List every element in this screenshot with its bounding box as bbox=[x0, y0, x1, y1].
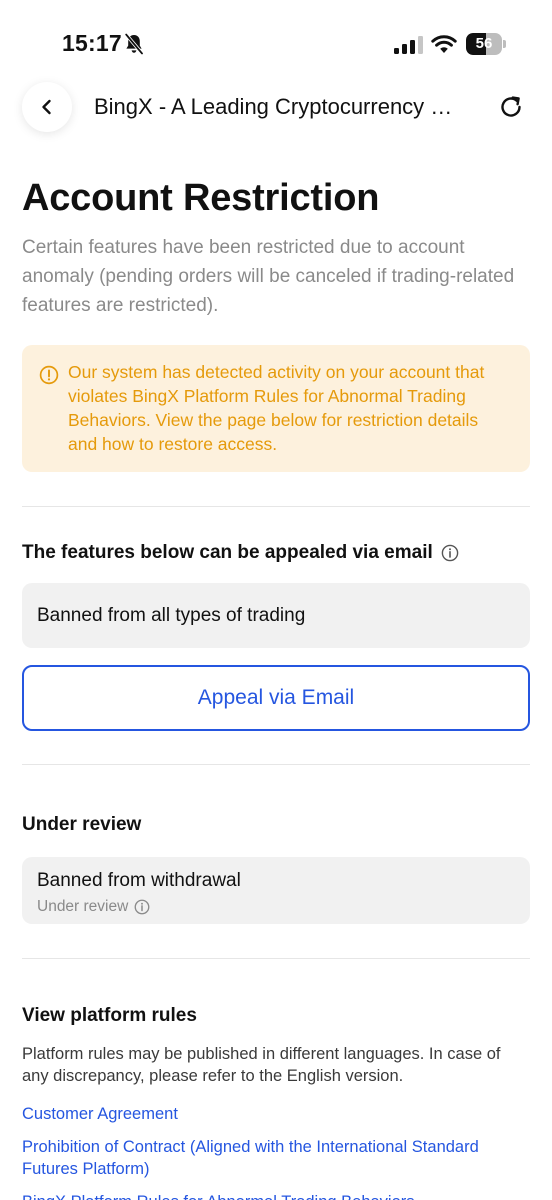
platform-rules-description: Platform rules may be published in diffe… bbox=[22, 1045, 501, 1085]
appealable-title-text: The features below can be appealed via e… bbox=[22, 542, 433, 563]
page-content: Account Restriction Certain features hav… bbox=[22, 172, 530, 1200]
battery-icon: 56 bbox=[466, 33, 506, 55]
restricted-feature-item: Banned from all types of trading bbox=[22, 583, 530, 648]
under-review-status: Under review bbox=[37, 897, 515, 917]
status-time: 15:17 bbox=[62, 30, 122, 56]
refresh-icon bbox=[501, 96, 521, 117]
cellular-signal-icon bbox=[394, 36, 423, 54]
info-icon[interactable] bbox=[441, 544, 459, 562]
section-divider bbox=[22, 506, 530, 507]
section-divider bbox=[22, 958, 530, 959]
alert-circle-icon bbox=[39, 365, 59, 385]
warning-text: Our system has detected activity on your… bbox=[68, 362, 485, 454]
battery-level: 56 bbox=[475, 35, 493, 52]
under-review-title: Under review bbox=[22, 814, 142, 835]
appeal-via-email-button[interactable]: Appeal via Email bbox=[22, 665, 530, 731]
refresh-button[interactable] bbox=[494, 90, 528, 124]
battery-body: 56 bbox=[466, 33, 502, 55]
page-description: Certain features have been restricted du… bbox=[22, 237, 515, 316]
warning-banner: Our system has detected activity on your… bbox=[22, 345, 530, 472]
info-icon[interactable] bbox=[134, 899, 150, 915]
under-review-status-text: Under review bbox=[37, 898, 129, 915]
prohibition-of-contract-link[interactable]: Prohibition of Contract (Aligned with th… bbox=[22, 1136, 530, 1180]
nav-bar: BingX - A Leading Cryptocurrency Exchang… bbox=[0, 80, 552, 136]
customer-agreement-link[interactable]: Customer Agreement bbox=[22, 1103, 530, 1125]
under-review-item: Banned from withdrawal Under review bbox=[22, 857, 530, 924]
restricted-feature-label: Banned from all types of trading bbox=[37, 604, 306, 626]
chevron-left-icon bbox=[42, 99, 51, 115]
abnormal-trading-rules-link[interactable]: BingX Platform Rules for Abnormal Tradin… bbox=[22, 1191, 530, 1200]
appealable-section-title: The features below can be appealed via e… bbox=[22, 540, 530, 566]
bell-slash-icon bbox=[124, 33, 144, 55]
platform-rules-title: View platform rules bbox=[22, 1005, 197, 1026]
battery-cap bbox=[503, 40, 506, 48]
section-divider bbox=[22, 764, 530, 765]
wifi-icon bbox=[431, 35, 457, 53]
under-review-item-title: Banned from withdrawal bbox=[37, 870, 241, 891]
back-button[interactable] bbox=[22, 82, 72, 132]
nav-title: BingX - A Leading Cryptocurrency Exchang… bbox=[94, 94, 466, 119]
status-bar: 15:17 56 bbox=[0, 0, 552, 86]
page-title: Account Restriction bbox=[22, 177, 380, 219]
